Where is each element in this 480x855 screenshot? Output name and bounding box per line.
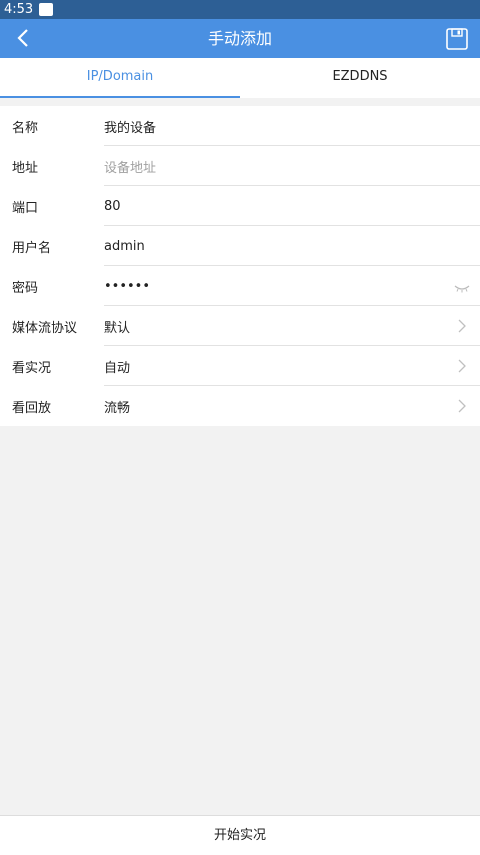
- name-row[interactable]: 名称 我的设备: [0, 106, 480, 146]
- port-label: 端口: [12, 200, 39, 216]
- page-title: 手动添加: [207, 29, 272, 48]
- password-field[interactable]: ••••••: [104, 279, 480, 294]
- chevron-right-icon: [458, 399, 466, 413]
- playback-value: 流畅: [104, 400, 131, 416]
- name-label: 名称: [12, 120, 39, 136]
- device-form: 名称 我的设备 地址 设备地址 端口 80 用户名 admin 密码 •••••…: [0, 106, 480, 426]
- chevron-right-icon: [458, 319, 466, 333]
- tabs-divider: [0, 98, 480, 106]
- username-row[interactable]: 用户名 admin: [0, 226, 480, 266]
- start-live-button[interactable]: 开始实况: [0, 815, 480, 855]
- chevron-right-icon: [458, 359, 466, 373]
- address-field[interactable]: 设备地址: [104, 157, 480, 176]
- password-label: 密码: [12, 280, 39, 296]
- tab-ip-domain[interactable]: IP/Domain: [0, 58, 240, 98]
- status-time: 4:53: [4, 2, 34, 17]
- live-view-label: 看实况: [12, 360, 52, 376]
- playback-label: 看回放: [12, 400, 52, 416]
- address-label: 地址: [12, 160, 39, 176]
- eye-closed-icon[interactable]: [454, 280, 470, 293]
- password-row[interactable]: 密码 ••••••: [0, 266, 480, 306]
- tab-bar: IP/Domain EZDDNS: [0, 58, 480, 98]
- username-field[interactable]: admin: [104, 239, 480, 254]
- username-label: 用户名: [12, 240, 52, 256]
- playback-row[interactable]: 看回放 流畅: [0, 386, 480, 426]
- port-field[interactable]: 80: [104, 199, 480, 214]
- live-view-row[interactable]: 看实况 自动: [0, 346, 480, 386]
- name-field[interactable]: 我的设备: [104, 117, 480, 136]
- stream-protocol-label: 媒体流协议: [12, 320, 78, 336]
- notification-icon: [39, 3, 54, 16]
- app-bar: 手动添加: [0, 19, 480, 58]
- stream-protocol-value: 默认: [104, 320, 131, 336]
- live-view-value: 自动: [104, 360, 131, 376]
- status-bar: 4:53: [0, 0, 480, 19]
- address-row[interactable]: 地址 设备地址: [0, 146, 480, 186]
- save-icon: [446, 28, 468, 50]
- tab-ezddns[interactable]: EZDDNS: [240, 58, 480, 98]
- save-button[interactable]: [442, 24, 472, 54]
- port-row[interactable]: 端口 80: [0, 186, 480, 226]
- stream-protocol-row[interactable]: 媒体流协议 默认: [0, 306, 480, 346]
